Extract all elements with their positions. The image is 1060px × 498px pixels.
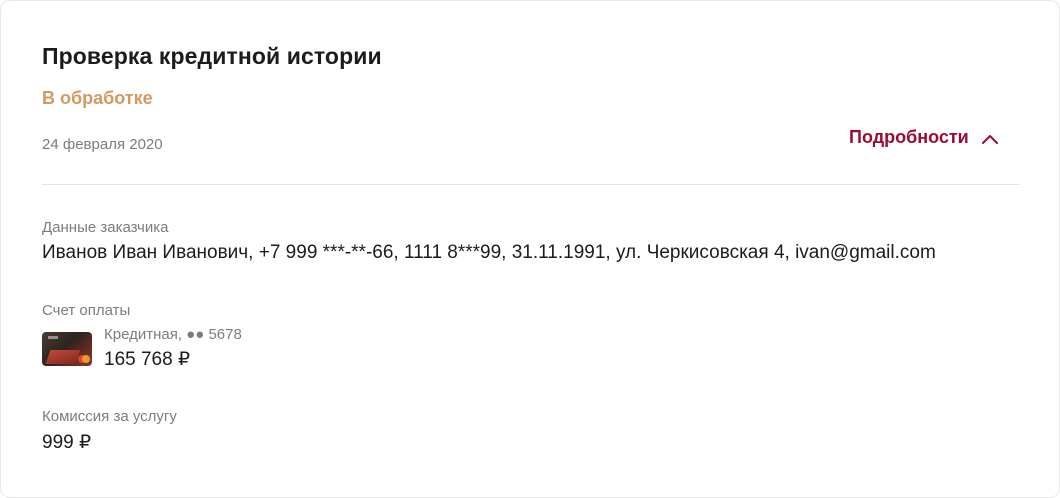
order-card: Проверка кредитной истории В обработке 2… xyxy=(0,0,1060,498)
customer-data-value: Иванов Иван Иванович, +7 999 ***-**-66, … xyxy=(42,242,936,263)
status-label: В обработке xyxy=(42,88,153,108)
divider xyxy=(42,184,1020,185)
commission-value: 999 ₽ xyxy=(42,432,92,453)
customer-data-label: Данные заказчика xyxy=(42,219,169,236)
details-toggle-label: Подробности xyxy=(849,127,969,147)
order-title: Проверка кредитной истории xyxy=(42,43,382,69)
credit-card-thumbnail xyxy=(42,332,92,366)
card-type-mask: Кредитная, ●● 5678 xyxy=(104,326,242,343)
chevron-up-icon xyxy=(981,132,999,144)
account-balance: 165 768 ₽ xyxy=(104,349,191,370)
order-date: 24 февраля 2020 xyxy=(42,136,163,153)
details-toggle-button[interactable]: Подробности xyxy=(849,127,999,148)
commission-label: Комиссия за услугу xyxy=(42,408,177,425)
payment-account-label: Счет оплаты xyxy=(42,302,131,319)
